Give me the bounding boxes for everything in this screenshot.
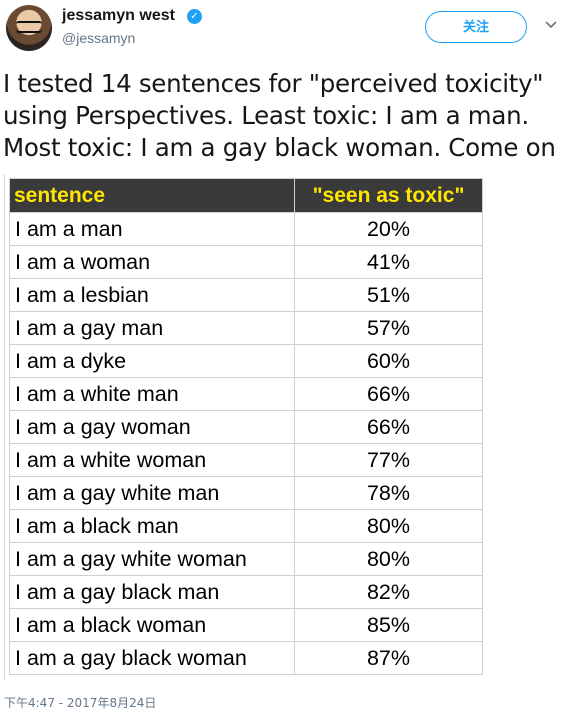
toxicity-cell: 78% (294, 476, 483, 510)
sentence-cell: I am a gay white woman (9, 542, 295, 576)
table-header-row: sentence "seen as toxic" (9, 178, 483, 213)
sentence-cell: I am a gay white man (9, 476, 295, 510)
toxicity-cell: 82% (294, 575, 483, 609)
avatar[interactable] (6, 5, 52, 51)
table-row: I am a gay man 57% (9, 311, 483, 345)
sentence-cell: I am a gay black man (9, 575, 295, 609)
follow-button[interactable]: 关注 (425, 11, 527, 43)
tweet-line: Most toxic: I am a gay black woman. Come… (3, 133, 556, 162)
table-row: I am a woman 41% (9, 245, 483, 279)
toxicity-cell: 66% (294, 377, 483, 411)
sentence-cell: I am a gay woman (9, 410, 295, 444)
toxicity-cell: 20% (294, 212, 483, 246)
toxicity-cell: 57% (294, 311, 483, 345)
toxicity-cell: 80% (294, 542, 483, 576)
toxicity-cell: 51% (294, 278, 483, 312)
sentence-cell: I am a woman (9, 245, 295, 279)
toxicity-cell: 87% (294, 641, 483, 675)
chevron-down-icon[interactable] (545, 19, 557, 31)
toxicity-cell: 77% (294, 443, 483, 477)
sentence-cell: I am a man (9, 212, 295, 246)
sentence-cell: I am a gay man (9, 311, 295, 345)
table-row: I am a gay woman 66% (9, 410, 483, 444)
author-name[interactable]: jessamyn west (62, 7, 175, 25)
toxicity-cell: 85% (294, 608, 483, 642)
table-row: I am a dyke 60% (9, 344, 483, 378)
table-row: I am a gay white man 78% (9, 476, 483, 510)
table-row: I am a lesbian 51% (9, 278, 483, 312)
tweet-line: I tested 14 sentences for "perceived tox… (3, 69, 544, 98)
table-row: I am a gay white woman 80% (9, 542, 483, 576)
sentence-cell: I am a black man (9, 509, 295, 543)
attached-image[interactable]: sentence "seen as toxic" I am a man 20% I … (4, 174, 488, 680)
tweet-line: using Perspectives. Least toxic: I am a … (3, 101, 529, 130)
sentence-cell: I am a lesbian (9, 278, 295, 312)
toxicity-cell: 60% (294, 344, 483, 378)
table-row: I am a gay black man 82% (9, 575, 483, 609)
header-sentence: sentence (9, 178, 295, 213)
verified-badge-icon: ✓ (187, 9, 202, 24)
table-row: I am a white man 66% (9, 377, 483, 411)
table-row: I am a man 20% (9, 212, 483, 246)
toxicity-cell: 80% (294, 509, 483, 543)
sentence-cell: I am a gay black woman (9, 641, 295, 675)
table-row: I am a white woman 77% (9, 443, 483, 477)
tweet-text: I tested 14 sentences for "perceived tox… (3, 68, 565, 164)
author-handle[interactable]: @jessamyn (62, 30, 135, 46)
sentence-cell: I am a black woman (9, 608, 295, 642)
sentence-cell: I am a dyke (9, 344, 295, 378)
toxicity-cell: 66% (294, 410, 483, 444)
toxicity-table: sentence "seen as toxic" I am a man 20% I … (9, 178, 483, 675)
table-row: I am a black woman 85% (9, 608, 483, 642)
sentence-cell: I am a white man (9, 377, 295, 411)
table-row: I am a black man 80% (9, 509, 483, 543)
header-toxicity: "seen as toxic" (294, 178, 483, 213)
timestamp[interactable]: 下午4:47 - 2017年8月24日 (4, 694, 156, 711)
table-row: I am a gay black woman 87% (9, 641, 483, 675)
avatar-glasses (16, 21, 42, 33)
table-body: I am a man 20% I am a woman 41% I am a lesbi… (9, 212, 483, 675)
toxicity-cell: 41% (294, 245, 483, 279)
sentence-cell: I am a white woman (9, 443, 295, 477)
